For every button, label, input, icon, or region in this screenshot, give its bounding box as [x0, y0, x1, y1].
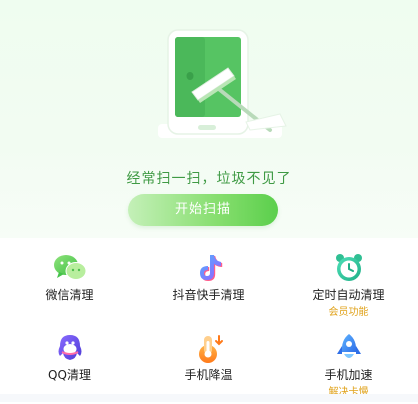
feature-qq-clean[interactable]: QQ清理	[0, 322, 139, 404]
tiktok-icon	[200, 255, 223, 281]
feature-grid: 微信清理 抖音快手清理 定时自动清理 会员功能 QQ清理 手机降温 手机加速 解…	[0, 238, 418, 402]
hero-slogan: 经常扫一扫，垃圾不见了	[126, 171, 292, 187]
feature-phone-cool-down[interactable]: 手机降温	[139, 322, 278, 404]
start-scan-button[interactable]: 开始扫描	[128, 194, 278, 226]
feature-phone-speed-up[interactable]: 手机加速 解决卡慢	[279, 322, 418, 404]
qq-penguin-icon	[58, 335, 82, 360]
feature-label: 手机加速	[324, 368, 373, 382]
rocket-icon	[337, 334, 361, 358]
feature-wechat-clean[interactable]: 微信清理	[0, 242, 139, 324]
feature-douyin-kuaishou-clean[interactable]: 抖音快手清理	[139, 242, 278, 324]
feature-label: 定时自动清理	[312, 288, 385, 302]
feature-label: 抖音快手清理	[172, 288, 245, 302]
bottom-divider	[0, 394, 418, 402]
member-feature-badge: 会员功能	[328, 307, 369, 318]
feature-label: 手机降温	[184, 368, 233, 382]
wechat-icon	[54, 255, 87, 280]
alarm-clock-icon	[336, 254, 362, 281]
feature-scheduled-auto-clean[interactable]: 定时自动清理 会员功能	[279, 242, 418, 324]
phone-cleaning-illustration	[158, 29, 287, 138]
hero-banner: 经常扫一扫，垃圾不见了 开始扫描	[0, 0, 418, 238]
thermometer-icon	[199, 335, 223, 363]
feature-label: 微信清理	[45, 288, 94, 302]
feature-label: QQ清理	[48, 368, 91, 382]
